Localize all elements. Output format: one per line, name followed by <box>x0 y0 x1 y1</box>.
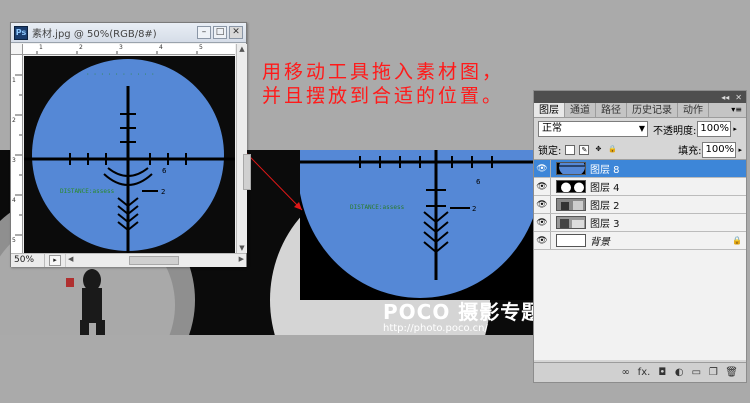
ruler-mark: 1 <box>39 44 43 51</box>
ruler-mark: 4 <box>159 44 163 51</box>
vertical-ruler[interactable]: 1 2 3 4 5 <box>11 55 23 253</box>
tab-layers[interactable]: 图层 <box>534 103 565 117</box>
visibility-eye-icon[interactable]: 👁 <box>534 214 551 231</box>
panel-footer: ∞ fx. ◘ ◐ ▭ ❐ 🗑 <box>534 362 746 382</box>
layer-thumbnail <box>556 216 586 229</box>
layer-thumbnail <box>556 198 586 211</box>
svg-text:DISTANCE:assess: DISTANCE:assess <box>60 188 115 195</box>
photoshop-icon: Ps <box>14 25 28 40</box>
ruler-mark: 4 <box>12 197 16 204</box>
layer-thumbnail <box>556 162 586 175</box>
vertical-scroll-thumb[interactable] <box>243 154 251 190</box>
layer-name: 图层 8 <box>590 165 620 176</box>
visibility-eye-icon[interactable]: 👁 <box>534 196 551 213</box>
document-title: 素材.jpg @ 50%(RGB/8#) <box>32 29 157 40</box>
panel-menu-icon[interactable]: ▾≡ <box>727 103 746 117</box>
minimize-button[interactable]: – <box>197 26 211 39</box>
layer-row[interactable]: 👁 图层 8 <box>534 160 746 178</box>
close-button[interactable]: ✕ <box>229 26 243 39</box>
horizontal-ruler[interactable]: 1 2 3 4 5 <box>23 44 235 55</box>
scroll-right-arrow-icon[interactable]: ▶ <box>239 255 244 263</box>
tab-channels[interactable]: 通道 <box>565 103 596 117</box>
fill-input[interactable]: 100% <box>702 141 737 158</box>
blend-opacity-row: 正常 ▼ 不透明度: 100% ▸ <box>534 118 746 140</box>
collapse-icon[interactable]: ◂◂ <box>721 93 729 102</box>
panel-tabs: 图层 通道 路径 历史记录 动作 ▾≡ <box>534 103 746 118</box>
ruler-mark: 1 <box>12 77 16 84</box>
svg-text:2: 2 <box>161 188 165 196</box>
scroll-up-arrow-icon[interactable]: ▲ <box>237 44 247 54</box>
maximize-button[interactable]: □ <box>213 26 227 39</box>
blend-mode-select[interactable]: 正常 ▼ <box>538 121 648 137</box>
svg-text:6: 6 <box>162 167 167 175</box>
lock-position-icon[interactable]: ✥ <box>593 145 603 155</box>
ruler-mark: 5 <box>199 44 203 51</box>
layers-panel[interactable]: ◂◂ ✕ 图层 通道 路径 历史记录 动作 ▾≡ 正常 ▼ 不透明度: 100%… <box>533 90 747 383</box>
blend-mode-value: 正常 <box>542 123 562 134</box>
group-icon[interactable]: ▭ <box>691 367 701 378</box>
svg-text:· · · · · · · · · ·: · · · · · · · · · · <box>86 71 155 78</box>
chevron-down-icon: ▼ <box>638 124 645 133</box>
fill-label: 填充: <box>678 146 702 157</box>
scroll-down-arrow-icon[interactable]: ▼ <box>237 243 247 253</box>
lock-transparency-icon[interactable] <box>565 144 576 155</box>
layer-lock-icon: 🔒 <box>732 236 742 245</box>
visibility-eye-icon[interactable]: 👁 <box>534 178 551 195</box>
lock-label: 锁定: <box>538 146 562 157</box>
visibility-eye-icon[interactable]: 👁 <box>534 160 551 177</box>
mask-icon[interactable]: ◘ <box>657 367 667 378</box>
instruction-line-2: 并且摆放到合适的位置。 <box>262 85 505 107</box>
tab-history[interactable]: 历史记录 <box>627 103 678 117</box>
ruler-mark: 3 <box>119 44 123 51</box>
document-canvas[interactable]: DISTANCE:assess · · · · · · · · · · 6 2 <box>24 56 235 253</box>
layer-row[interactable]: 👁 图层 4 <box>534 178 746 196</box>
scroll-left-arrow-icon[interactable]: ◀ <box>68 255 73 263</box>
visibility-eye-icon[interactable]: 👁 <box>534 232 551 249</box>
fx-icon[interactable]: fx. <box>638 367 651 378</box>
poco-watermark: POCO 摄影专题 http://photo.poco.cn/ <box>383 296 542 334</box>
opacity-input[interactable]: 100% <box>697 121 732 137</box>
scope-image: DISTANCE:assess · · · · · · · · · · 6 2 <box>24 56 235 253</box>
layer-thumbnail <box>556 180 586 193</box>
instruction-line-1: 用移动工具拖入素材图， <box>262 61 505 83</box>
panel-header[interactable]: ◂◂ ✕ <box>534 91 746 103</box>
link-icon[interactable]: ∞ <box>621 367 631 378</box>
lock-pixels-icon[interactable]: ✎ <box>579 144 590 155</box>
ruler-mark: 2 <box>79 44 83 51</box>
layer-name: 图层 3 <box>590 219 620 230</box>
layer-row[interactable]: 👁 图层 2 <box>534 196 746 214</box>
layer-name: 图层 4 <box>590 183 620 194</box>
tab-actions[interactable]: 动作 <box>678 103 709 117</box>
layer-thumbnail <box>556 234 586 247</box>
ruler-mark: 2 <box>12 117 16 124</box>
document-title-bar[interactable]: Ps 素材.jpg @ 50%(RGB/8#) – □ ✕ <box>11 23 246 43</box>
vertical-scrollbar[interactable]: ▲ ▼ <box>236 44 251 253</box>
document-window[interactable]: Ps 素材.jpg @ 50%(RGB/8#) – □ ✕ 1 2 3 4 5 <box>10 22 251 267</box>
new-layer-icon[interactable]: ❐ <box>708 367 718 378</box>
opacity-label: 不透明度: <box>653 125 697 137</box>
ruler-mark: 3 <box>12 157 16 164</box>
tab-paths[interactable]: 路径 <box>596 103 627 117</box>
watermark-title: POCO 摄影专题 <box>383 300 543 324</box>
layer-name: 图层 2 <box>590 201 620 212</box>
fill-slider-arrow-icon[interactable]: ▸ <box>738 146 742 154</box>
opacity-slider-arrow-icon[interactable]: ▸ <box>733 125 737 133</box>
zoom-level[interactable]: 50% <box>11 254 45 267</box>
ruler-corner[interactable] <box>11 44 23 55</box>
ruler-mark: 5 <box>12 237 16 244</box>
status-info-icon[interactable]: ▸ <box>49 255 61 266</box>
layer-row[interactable]: 👁 图层 3 <box>534 214 746 232</box>
adjustment-icon[interactable]: ◐ <box>674 367 684 378</box>
instruction-text: 用移动工具拖入素材图， 并且摆放到合适的位置。 <box>262 60 504 108</box>
layers-list: 👁 图层 8 👁 图层 4 👁 图层 2 👁 图层 3 👁 背景 🔒 <box>534 160 746 360</box>
lock-all-icon[interactable]: 🔒 <box>607 145 617 155</box>
layer-name: 背景 <box>590 237 610 248</box>
trash-icon[interactable]: 🗑 <box>725 367 738 378</box>
panel-close-icon[interactable]: ✕ <box>735 93 742 102</box>
horizontal-scrollbar[interactable]: ◀ ▶ <box>65 254 246 267</box>
lock-fill-row: 锁定: ✎ ✥ 🔒 填充: 100% ▸ <box>534 140 746 160</box>
layer-row[interactable]: 👁 背景 🔒 <box>534 232 746 250</box>
horizontal-scroll-thumb[interactable] <box>129 256 179 265</box>
document-status-bar: 50% ▸ ◀ ▶ <box>11 253 246 267</box>
